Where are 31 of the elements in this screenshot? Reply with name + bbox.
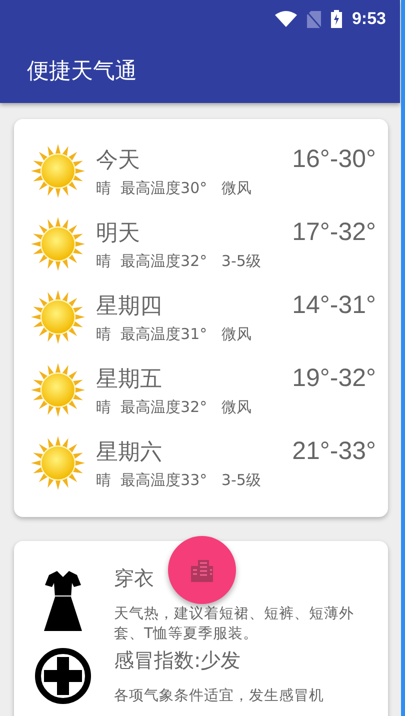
temperature-range: 17°-32° [292,218,376,246]
status-time: 9:53 [352,9,386,29]
medical-cross-icon [34,647,92,705]
weather-detail: 晴 最高温度33° 3-5级 [96,470,262,490]
weather-detail: 晴 最高温度31° 微风 [96,324,252,344]
battery-charging-icon [330,10,342,28]
weather-detail: 晴 最高温度30° 微风 [96,178,252,198]
temperature-range: 16°-30° [292,144,376,174]
temperature-range: 14°-31° [292,290,376,320]
wifi-icon [274,11,297,27]
no-sim-icon [306,10,321,28]
index-title: 穿衣 [114,565,154,592]
day-name: 明天 [96,220,140,248]
temperature-range: 21°-33° [292,436,376,466]
temperature-range: 19°-32° [292,364,376,392]
weather-detail: 晴 最高温度32° 微风 [96,398,252,416]
sun-icon [30,362,86,418]
app-title: 便捷天气通 [27,58,137,86]
index-title: 感冒指数:少发 [114,647,241,674]
day-name: 今天 [96,146,140,174]
sun-icon [30,143,86,199]
day-name: 星期四 [96,292,162,320]
weather-detail: 晴 最高温度32° 3-5级 [96,252,262,270]
dress-icon [43,569,83,633]
index-detail: 天气热，建议着短裙、短裤、短薄外套、T恤等夏季服装。 [114,604,355,644]
day-name: 星期六 [96,438,162,466]
index-detail: 各项气象条件适宜，发生感冒机 [114,686,325,706]
sun-icon [30,216,86,272]
day-name: 星期五 [96,366,162,394]
sun-icon [30,435,86,491]
sun-icon [30,289,86,345]
